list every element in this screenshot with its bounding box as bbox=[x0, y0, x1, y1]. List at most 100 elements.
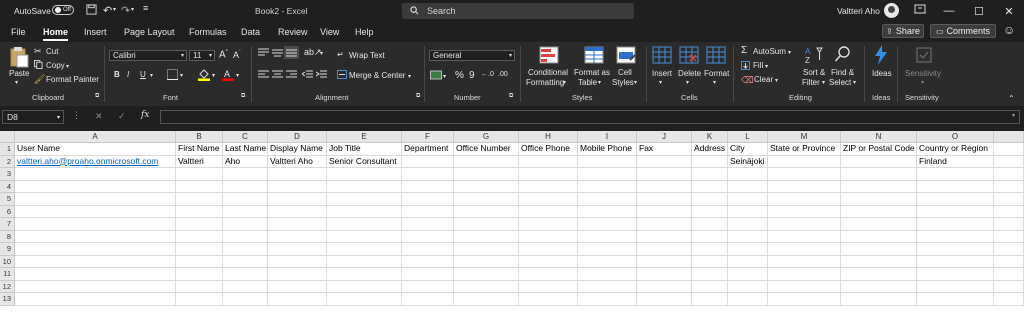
cell-o8[interactable] bbox=[917, 230, 994, 243]
cell-c12[interactable] bbox=[223, 280, 268, 293]
align-left-icon[interactable] bbox=[258, 70, 269, 81]
cell-n8[interactable] bbox=[841, 230, 917, 243]
clear-button[interactable]: Clear bbox=[754, 75, 773, 84]
cell-a12[interactable] bbox=[15, 280, 176, 293]
cell-l2[interactable]: Seinäjoki bbox=[728, 155, 768, 168]
sort-filter-button[interactable]: Sort & bbox=[803, 68, 825, 77]
cell-e10[interactable] bbox=[327, 255, 402, 268]
cell-i4[interactable] bbox=[578, 180, 637, 193]
column-header-b[interactable]: B bbox=[176, 131, 223, 143]
expand-formula-icon[interactable]: ▾ bbox=[1012, 112, 1015, 119]
cell-extra[interactable] bbox=[994, 180, 1024, 193]
name-box[interactable]: D8 ▾ bbox=[2, 110, 64, 124]
cell-g11[interactable] bbox=[454, 268, 519, 281]
cell-k6[interactable] bbox=[692, 205, 728, 218]
tab-file[interactable]: File bbox=[11, 27, 26, 37]
column-header-l[interactable]: L bbox=[728, 131, 768, 143]
cell-k8[interactable] bbox=[692, 230, 728, 243]
cell-j8[interactable] bbox=[637, 230, 692, 243]
copy-button[interactable]: Copy bbox=[46, 61, 65, 70]
cell-g5[interactable] bbox=[454, 193, 519, 206]
cell-b10[interactable] bbox=[176, 255, 223, 268]
cell-f13[interactable] bbox=[402, 293, 454, 306]
font-size-select[interactable]: 11 ▾ bbox=[189, 50, 215, 61]
column-header-h[interactable]: H bbox=[519, 131, 578, 143]
cell-j9[interactable] bbox=[637, 243, 692, 256]
paste-button[interactable]: Paste bbox=[9, 69, 29, 78]
column-header-k[interactable]: K bbox=[692, 131, 728, 143]
cell-a5[interactable] bbox=[15, 193, 176, 206]
worksheet-grid[interactable]: ABCDEFGHIJKLMNO 1 2 3 4 5 6 7 8 9 10 11 12 13 User N… bbox=[0, 131, 1024, 316]
cell-g12[interactable] bbox=[454, 280, 519, 293]
cell-e3[interactable] bbox=[327, 168, 402, 181]
cell-d9[interactable] bbox=[268, 243, 327, 256]
cell-i11[interactable] bbox=[578, 268, 637, 281]
insert-cells-button[interactable]: Insert bbox=[652, 69, 672, 78]
cell-i1[interactable]: Mobile Phone bbox=[578, 143, 637, 156]
cell-j2[interactable] bbox=[637, 155, 692, 168]
maximize-button[interactable]: ☐ bbox=[964, 0, 994, 22]
cell-l5[interactable] bbox=[728, 193, 768, 206]
font-color-dropdown-icon[interactable]: ▾ bbox=[236, 72, 239, 79]
autosave-toggle[interactable]: Off bbox=[52, 5, 74, 15]
find-dropdown-icon[interactable]: ▾ bbox=[853, 79, 856, 86]
cell-k10[interactable] bbox=[692, 255, 728, 268]
cell-e2[interactable]: Senior Consultant bbox=[327, 155, 402, 168]
align-middle-icon[interactable] bbox=[272, 48, 283, 59]
cell-h13[interactable] bbox=[519, 293, 578, 306]
cell-c8[interactable] bbox=[223, 230, 268, 243]
font-name-select[interactable]: Calibri ▾ bbox=[109, 50, 187, 61]
orientation-icon[interactable]: ab↗ bbox=[304, 47, 322, 58]
tab-view[interactable]: View bbox=[320, 27, 339, 37]
cell-k9[interactable] bbox=[692, 243, 728, 256]
cell-b5[interactable] bbox=[176, 193, 223, 206]
cell-o5[interactable] bbox=[917, 193, 994, 206]
increase-font-icon[interactable]: A^ bbox=[219, 49, 228, 60]
fill-color-icon[interactable] bbox=[198, 68, 210, 83]
cell-extra[interactable] bbox=[994, 168, 1024, 181]
copy-dropdown-icon[interactable]: ▾ bbox=[66, 63, 69, 70]
cell-b7[interactable] bbox=[176, 218, 223, 231]
column-header-d[interactable]: D bbox=[268, 131, 327, 143]
cell-h10[interactable] bbox=[519, 255, 578, 268]
cell-d8[interactable] bbox=[268, 230, 327, 243]
cell-l11[interactable] bbox=[728, 268, 768, 281]
format-as-table-button[interactable]: Format as bbox=[574, 68, 610, 77]
cell-g1[interactable]: Office Number bbox=[454, 143, 519, 156]
select-all-corner[interactable] bbox=[0, 131, 15, 143]
cell-k11[interactable] bbox=[692, 268, 728, 281]
cell-n5[interactable] bbox=[841, 193, 917, 206]
cell-g2[interactable] bbox=[454, 155, 519, 168]
cell-e8[interactable] bbox=[327, 230, 402, 243]
cell-f9[interactable] bbox=[402, 243, 454, 256]
cell-j4[interactable] bbox=[637, 180, 692, 193]
format-painter-button[interactable]: Format Painter bbox=[46, 75, 99, 84]
cell-extra[interactable] bbox=[994, 293, 1024, 306]
cell-m9[interactable] bbox=[768, 243, 841, 256]
cell-n11[interactable] bbox=[841, 268, 917, 281]
borders-dropdown-icon[interactable]: ▾ bbox=[180, 72, 183, 79]
align-right-icon[interactable] bbox=[286, 70, 297, 81]
cell-o2[interactable]: Finland bbox=[917, 155, 994, 168]
cell-b8[interactable] bbox=[176, 230, 223, 243]
cell-f2[interactable] bbox=[402, 155, 454, 168]
tab-review[interactable]: Review bbox=[278, 27, 308, 37]
formula-input[interactable] bbox=[160, 110, 1020, 124]
cell-c7[interactable] bbox=[223, 218, 268, 231]
cell-k12[interactable] bbox=[692, 280, 728, 293]
cell-i5[interactable] bbox=[578, 193, 637, 206]
row-header-8[interactable]: 8 bbox=[0, 230, 15, 243]
cell-f7[interactable] bbox=[402, 218, 454, 231]
cell-extra[interactable] bbox=[994, 243, 1024, 256]
cell-h9[interactable] bbox=[519, 243, 578, 256]
borders-icon[interactable] bbox=[167, 69, 178, 82]
cell-l3[interactable] bbox=[728, 168, 768, 181]
cell-h1[interactable]: Office Phone bbox=[519, 143, 578, 156]
cell-f4[interactable] bbox=[402, 180, 454, 193]
ribbon-display-options-icon[interactable] bbox=[914, 3, 926, 17]
delete-cells-button[interactable]: Delete bbox=[678, 69, 701, 78]
wrap-text-button[interactable]: Wrap Text bbox=[349, 51, 385, 60]
cell-k3[interactable] bbox=[692, 168, 728, 181]
comments-button[interactable]: ▭ Comments bbox=[930, 24, 996, 38]
cell-i6[interactable] bbox=[578, 205, 637, 218]
